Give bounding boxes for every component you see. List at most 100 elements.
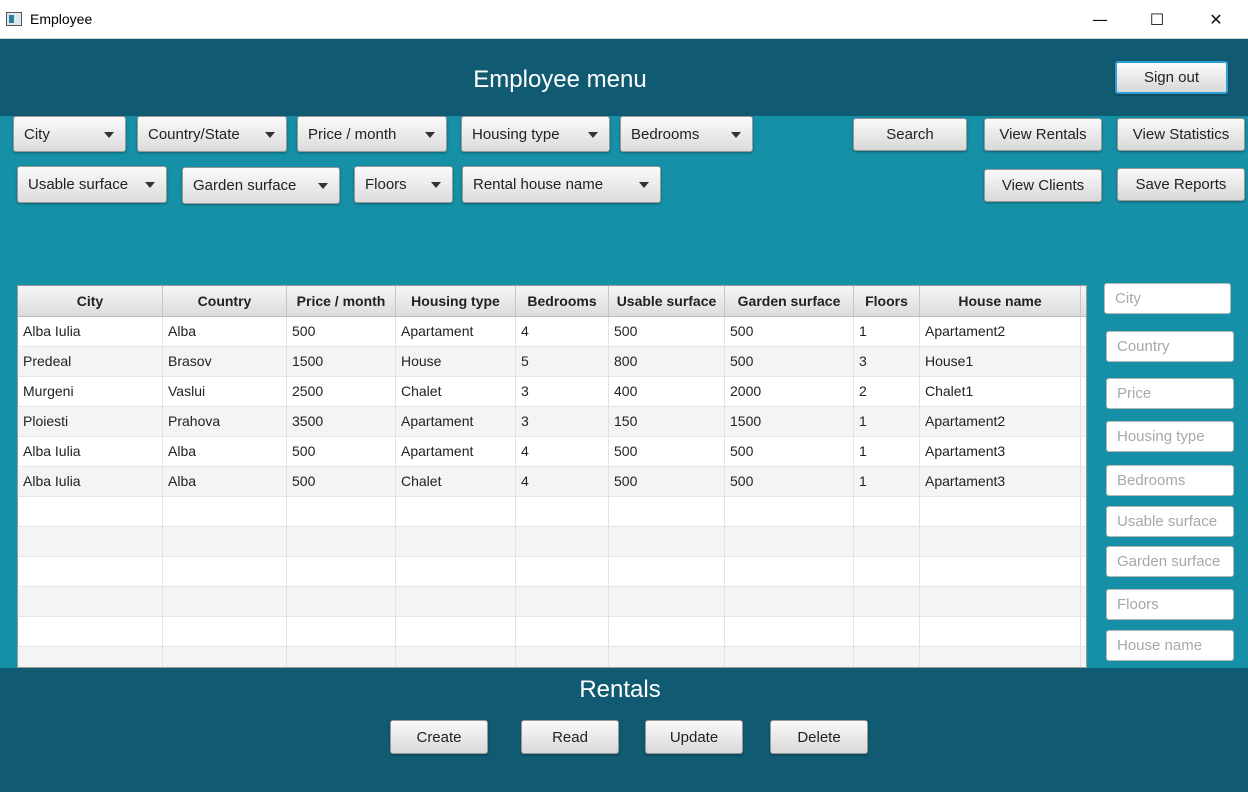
table-cell-city (18, 647, 163, 667)
table-cell-house-name (920, 647, 1081, 667)
create-button[interactable]: Create (390, 720, 488, 754)
table-cell-city (18, 527, 163, 557)
table-cell-housing-type: Apartament (396, 407, 516, 437)
table-cell-country: Alba (163, 317, 287, 347)
app-icon (6, 12, 22, 26)
delete-button[interactable]: Delete (770, 720, 868, 754)
housing-type-filter-dropdown[interactable]: Housing type (461, 116, 610, 152)
table-row[interactable]: Alba Iulia Alba 500 Apartament 4 500 500 1 Apart… (18, 437, 1086, 467)
country-input[interactable] (1106, 331, 1234, 362)
table-cell-garden-surface: 2000 (725, 377, 854, 407)
table-cell-housing-type: Chalet (396, 377, 516, 407)
search-button[interactable]: Search (853, 118, 967, 151)
floors-input[interactable] (1106, 589, 1234, 620)
table-row[interactable] (18, 647, 1086, 667)
table-cell-city: Alba Iulia (18, 467, 163, 497)
city-input[interactable] (1104, 283, 1231, 314)
column-header-house-name[interactable]: House name (920, 286, 1081, 316)
table-row[interactable] (18, 527, 1086, 557)
view-clients-button[interactable]: View Clients (984, 169, 1102, 202)
table-cell-garden-surface: 1500 (725, 407, 854, 437)
table-cell-garden-surface: 500 (725, 317, 854, 347)
table-cell-housing-type (396, 527, 516, 557)
table-cell-housing-type: Chalet (396, 467, 516, 497)
garden-surface-filter-label: Garden surface (193, 177, 297, 194)
table-cell-country: Prahova (163, 407, 287, 437)
window-titlebar: Employee — ☐ ✕ (0, 0, 1248, 39)
column-header-country[interactable]: Country (163, 286, 287, 316)
table-cell-bedrooms (516, 557, 609, 587)
table-cell-floors (854, 647, 920, 667)
garden-surface-filter-dropdown[interactable]: Garden surface (182, 167, 340, 204)
housing-type-input[interactable] (1106, 421, 1234, 452)
table-cell-bedrooms: 5 (516, 347, 609, 377)
table-cell-country (163, 617, 287, 647)
table-cell-price: 1500 (287, 347, 396, 377)
sign-out-button[interactable]: Sign out (1115, 61, 1228, 94)
chevron-down-icon (145, 182, 155, 188)
usable-surface-filter-dropdown[interactable]: Usable surface (17, 166, 167, 203)
table-cell-price (287, 497, 396, 527)
usable-surface-input[interactable] (1106, 506, 1234, 537)
column-header-bedrooms[interactable]: Bedrooms (516, 286, 609, 316)
table-row[interactable] (18, 587, 1086, 617)
garden-surface-input[interactable] (1106, 546, 1234, 577)
table-cell-country (163, 647, 287, 667)
save-reports-button[interactable]: Save Reports (1117, 168, 1245, 201)
table-cell-price: 2500 (287, 377, 396, 407)
section-title: Rentals (579, 676, 661, 703)
price-input[interactable] (1106, 378, 1234, 409)
read-button[interactable]: Read (521, 720, 619, 754)
table-row[interactable]: Alba Iulia Alba 500 Apartament 4 500 500 1 Apart… (18, 317, 1086, 347)
table-cell-price: 500 (287, 317, 396, 347)
table-row[interactable]: Predeal Brasov 1500 House 5 800 500 3 House1 (18, 347, 1086, 377)
rentals-table[interactable]: City Country Price / month Housing type Bedr… (17, 285, 1087, 668)
table-cell-country (163, 527, 287, 557)
table-cell-price (287, 617, 396, 647)
table-cell-garden-surface (725, 587, 854, 617)
bedrooms-input[interactable] (1106, 465, 1234, 496)
footer-bar: Rentals Create Read Update Delete (0, 668, 1248, 792)
close-button[interactable]: ✕ (1196, 4, 1236, 34)
table-row[interactable] (18, 557, 1086, 587)
table-row[interactable]: Murgeni Vaslui 2500 Chalet 3 400 2000 2 Chalet1 (18, 377, 1086, 407)
bedrooms-filter-dropdown[interactable]: Bedrooms (620, 116, 753, 152)
column-header-city[interactable]: City (18, 286, 163, 316)
column-header-usable-surface[interactable]: Usable surface (609, 286, 725, 316)
column-header-floors[interactable]: Floors (854, 286, 920, 316)
rental-house-name-filter-dropdown[interactable]: Rental house name (462, 166, 661, 203)
column-header-garden-surface[interactable]: Garden surface (725, 286, 854, 316)
minimize-button[interactable]: — (1080, 4, 1120, 34)
table-cell-housing-type: House (396, 347, 516, 377)
table-cell-usable-surface: 500 (609, 437, 725, 467)
table-cell-city: Alba Iulia (18, 437, 163, 467)
table-cell-floors: 1 (854, 467, 920, 497)
window-title: Employee (30, 11, 93, 27)
table-cell-garden-surface (725, 617, 854, 647)
table-cell-bedrooms: 4 (516, 317, 609, 347)
table-cell-bedrooms (516, 617, 609, 647)
view-rentals-button[interactable]: View Rentals (984, 118, 1102, 151)
floors-filter-dropdown[interactable]: Floors (354, 166, 453, 203)
table-row[interactable] (18, 617, 1086, 647)
price-filter-dropdown[interactable]: Price / month (297, 116, 447, 152)
view-statistics-button[interactable]: View Statistics (1117, 118, 1245, 151)
table-cell-bedrooms: 4 (516, 467, 609, 497)
chevron-down-icon (731, 132, 741, 138)
table-cell-country: Alba (163, 437, 287, 467)
table-row[interactable] (18, 497, 1086, 527)
table-row[interactable]: Ploiesti Prahova 3500 Apartament 3 150 1500 1 Ap… (18, 407, 1086, 437)
table-cell-price: 500 (287, 437, 396, 467)
table-row[interactable]: Alba Iulia Alba 500 Chalet 4 500 500 1 Apartamen… (18, 467, 1086, 497)
table-cell-housing-type (396, 647, 516, 667)
city-filter-dropdown[interactable]: City (13, 116, 126, 152)
table-cell-bedrooms (516, 527, 609, 557)
column-header-price[interactable]: Price / month (287, 286, 396, 316)
column-header-housing-type[interactable]: Housing type (396, 286, 516, 316)
maximize-button[interactable]: ☐ (1137, 4, 1177, 34)
update-button[interactable]: Update (645, 720, 743, 754)
house-name-input[interactable] (1106, 630, 1234, 661)
table-cell-usable-surface (609, 497, 725, 527)
table-cell-housing-type: Apartament (396, 317, 516, 347)
country-filter-dropdown[interactable]: Country/State (137, 116, 287, 152)
